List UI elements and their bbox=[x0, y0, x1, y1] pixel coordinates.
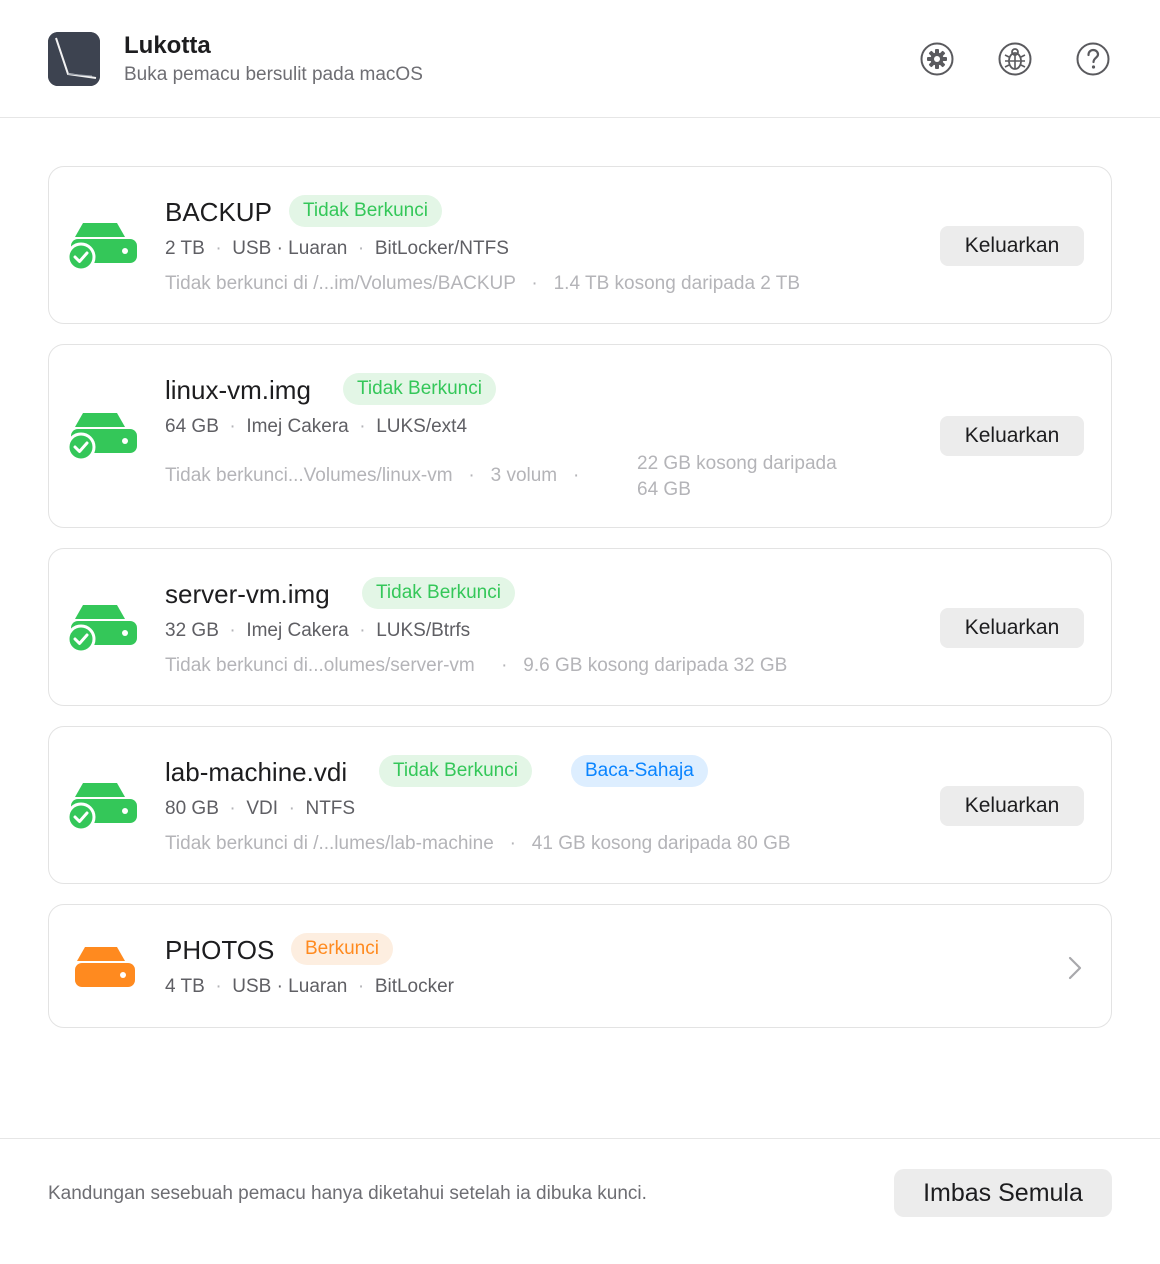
eject-button[interactable]: Keluarkan bbox=[940, 226, 1084, 266]
drive-format: NTFS bbox=[305, 798, 356, 819]
drive-format: BitLocker bbox=[374, 976, 455, 997]
status-badge: Tidak Berkunci bbox=[362, 577, 515, 609]
mount-path: Tidak berkunci di...olumes/server-vm bbox=[165, 655, 475, 676]
drive-locked-icon bbox=[75, 947, 135, 987]
mount-path: Tidak berkunci di /...im/Volumes/BACKUP bbox=[165, 273, 516, 294]
drive-detail: Tidak berkunci di...olumes/server-vm · 9… bbox=[165, 655, 788, 676]
drive-unlocked-icon bbox=[66, 783, 137, 832]
drive-name: PHOTOS bbox=[165, 935, 275, 965]
status-badge: Berkunci bbox=[291, 933, 393, 965]
gear-icon bbox=[920, 42, 954, 76]
drive-detail: Tidak berkunci di /...im/Volumes/BACKUP … bbox=[165, 273, 801, 294]
status-badge: Tidak Berkunci bbox=[343, 373, 496, 405]
drive-meta: 32 GB · Imej Cakera · LUKS/Btrfs bbox=[165, 620, 471, 641]
app-title: Lukotta bbox=[124, 32, 211, 59]
drive-detail: Tidak berkunci...Volumes/linux-vm · 3 vo… bbox=[165, 465, 580, 486]
eject-button[interactable]: Keluarkan bbox=[940, 786, 1084, 826]
drive-size: 80 GB bbox=[165, 798, 219, 819]
free-space: 1.4 TB kosong daripada 2 TB bbox=[553, 273, 801, 294]
drive-meta: 4 TB · USB · Luaran · BitLocker bbox=[165, 976, 455, 997]
drive-meta: 64 GB · Imej Cakera · LUKS/ext4 bbox=[165, 416, 468, 437]
drive-format: BitLocker/NTFS bbox=[374, 238, 509, 259]
app-subtitle: Buka pemacu bersulit pada macOS bbox=[124, 64, 423, 85]
drive-unlocked-icon bbox=[66, 413, 137, 462]
drive-format: LUKS/ext4 bbox=[376, 416, 468, 437]
bug-icon bbox=[998, 42, 1032, 76]
app-header: Lukotta Buka pemacu bersulit pada macOS bbox=[0, 0, 1160, 118]
settings-button[interactable] bbox=[920, 42, 954, 76]
drive-name: linux-vm.img bbox=[165, 375, 311, 405]
drive-detail: Tidak berkunci di /...lumes/lab-machine … bbox=[165, 833, 791, 854]
app-logo bbox=[48, 32, 100, 86]
drive-card[interactable]: lab-machine.vdi Tidak Berkunci Baca-Saha… bbox=[48, 726, 1112, 884]
free-space: 9.6 GB kosong daripada 32 GB bbox=[523, 655, 788, 676]
help-button[interactable] bbox=[1076, 42, 1110, 76]
drive-connection: Imej Cakera bbox=[246, 416, 349, 437]
drive-unlocked-icon bbox=[66, 223, 137, 272]
help-icon bbox=[1076, 42, 1110, 76]
drive-meta: 2 TB · USB · Luaran · BitLocker/NTFS bbox=[165, 238, 509, 259]
drive-format: LUKS/Btrfs bbox=[376, 620, 471, 641]
mount-path: Tidak berkunci di /...lumes/lab-machine bbox=[165, 833, 494, 854]
drive-meta: 80 GB · VDI · NTFS bbox=[165, 798, 356, 819]
volume-count: 3 volum bbox=[490, 465, 558, 486]
drive-connection: USB · Luaran bbox=[232, 238, 348, 259]
drive-connection: VDI bbox=[246, 798, 279, 819]
drive-name: server-vm.img bbox=[165, 579, 330, 609]
drive-connection: USB · Luaran bbox=[232, 976, 348, 997]
drive-size: 4 TB bbox=[165, 976, 205, 997]
mount-path: Tidak berkunci...Volumes/linux-vm bbox=[165, 465, 453, 486]
footer-note: Kandungan sesebuah pemacu hanya diketahu… bbox=[48, 1183, 647, 1204]
drive-card[interactable]: server-vm.img Tidak Berkunci 32 GB · Ime… bbox=[48, 548, 1112, 706]
drive-name: lab-machine.vdi bbox=[165, 757, 348, 787]
drive-size: 32 GB bbox=[165, 620, 219, 641]
status-badge: Tidak Berkunci bbox=[379, 755, 532, 787]
drive-size: 64 GB bbox=[165, 416, 219, 437]
status-badge: Tidak Berkunci bbox=[289, 195, 442, 227]
drive-card[interactable]: PHOTOS Berkunci 4 TB · USB · Luaran · Bi… bbox=[48, 904, 1112, 1028]
eject-button[interactable]: Keluarkan bbox=[940, 608, 1084, 648]
bug-report-button[interactable] bbox=[998, 42, 1032, 76]
drive-name: BACKUP bbox=[165, 197, 272, 227]
drive-unlocked-icon bbox=[66, 605, 137, 654]
footer: Kandungan sesebuah pemacu hanya diketahu… bbox=[0, 1138, 1160, 1264]
drive-card[interactable]: linux-vm.img Tidak Berkunci 64 GB · Imej… bbox=[48, 344, 1112, 528]
free-space: 22 GB kosong daripada 64 GB bbox=[637, 453, 837, 500]
free-space: 41 GB kosong daripada 80 GB bbox=[531, 833, 791, 854]
rescan-button[interactable]: Imbas Semula bbox=[894, 1169, 1112, 1217]
drive-connection: Imej Cakera bbox=[246, 620, 349, 641]
drive-card[interactable]: BACKUP Tidak Berkunci 2 TB · USB · Luara… bbox=[48, 166, 1112, 324]
read-only-badge: Baca-Sahaja bbox=[571, 755, 708, 787]
chevron-right-icon[interactable] bbox=[1065, 955, 1085, 981]
drive-size: 2 TB bbox=[165, 238, 205, 259]
eject-button[interactable]: Keluarkan bbox=[940, 416, 1084, 456]
